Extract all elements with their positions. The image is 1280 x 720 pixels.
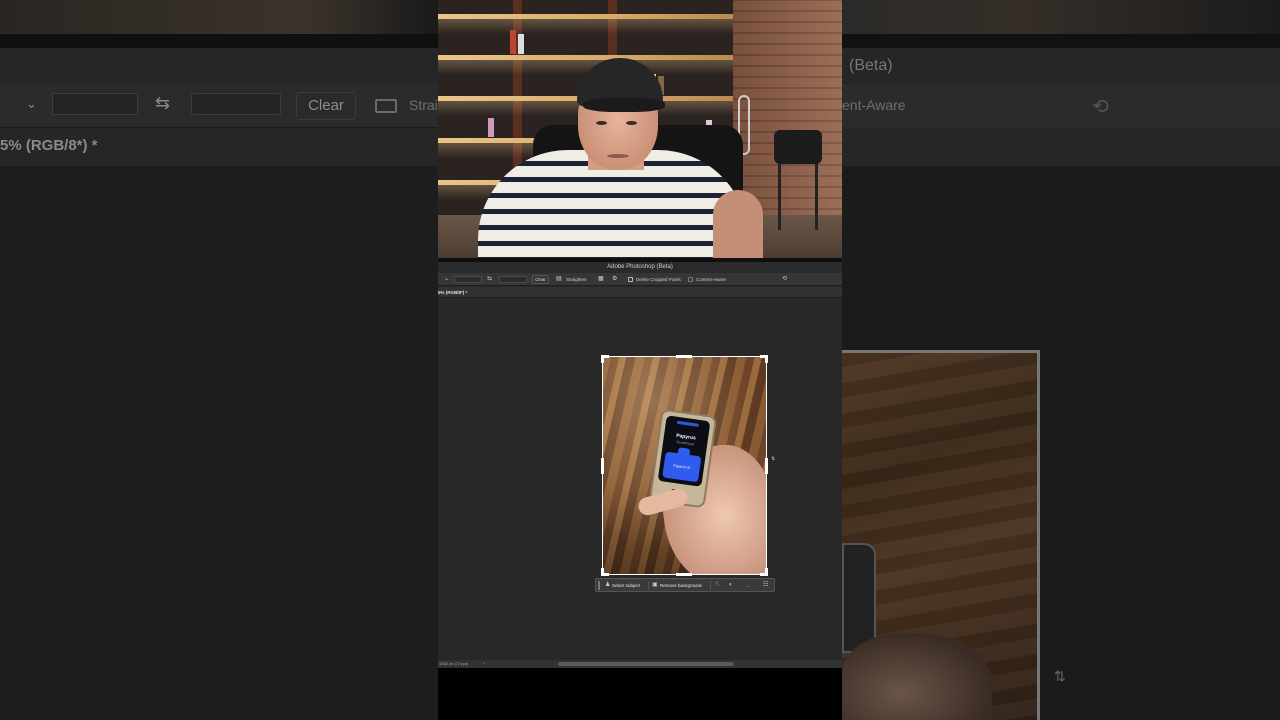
straighten-label[interactable]: Straighten bbox=[566, 275, 587, 284]
center-column: Adobe Photoshop (Beta) ⌄ ⇆ Clear ▤ Strai… bbox=[438, 0, 842, 720]
blurred-title-bar bbox=[0, 34, 438, 48]
crop-handle-top-right-v[interactable] bbox=[765, 355, 768, 363]
content-aware-checkbox[interactable] bbox=[688, 277, 693, 282]
chevron-right-icon[interactable]: › bbox=[483, 660, 485, 668]
document-tab: 5% (RGB/8*) * bbox=[0, 137, 98, 154]
swap-icon[interactable]: ⇆ bbox=[487, 275, 492, 284]
crop-handle-top[interactable] bbox=[676, 355, 692, 358]
swap-icon: ⇆ bbox=[155, 93, 171, 113]
contextual-task-bar: ♟ Select subject ▣ Remove background ⇱ ◐… bbox=[595, 578, 775, 592]
horizontal-scrollbar[interactable] bbox=[558, 662, 734, 666]
person-icon: ♟ bbox=[605, 582, 611, 588]
crop-handle-bottom-right-v[interactable] bbox=[765, 568, 768, 576]
content-aware-label: Content-Aware bbox=[696, 277, 726, 282]
device-screen-card: PaperUI AI bbox=[662, 451, 702, 483]
height-field[interactable] bbox=[499, 276, 527, 283]
document-size: 4032 px (72 ppi) bbox=[439, 661, 468, 666]
height-field bbox=[191, 93, 281, 115]
app-title: Adobe Photoshop (Beta) bbox=[438, 262, 842, 273]
status-bar: 4032 px (72 ppi) › bbox=[438, 660, 842, 668]
document-tab-bar: 5% (RGB/8*) * bbox=[438, 287, 842, 298]
crop-handle-right[interactable] bbox=[765, 458, 768, 474]
letterbox-bottom bbox=[438, 668, 842, 720]
delete-cropped-label: Delete Cropped Pixels bbox=[636, 277, 681, 282]
blurred-title-bar bbox=[842, 34, 1280, 48]
blurred-webcam-strip bbox=[842, 0, 1280, 34]
options-bar: ⌄ ⇆ Clear ▤ Straighten ▦ ⚙ Delete Croppe… bbox=[438, 273, 842, 286]
crop-icon[interactable]: ⇱ bbox=[715, 581, 720, 590]
shelf bbox=[438, 14, 738, 19]
hide-bar-icon[interactable]: ☷ bbox=[763, 581, 768, 590]
app-title-partial: (Beta) bbox=[849, 57, 893, 74]
crop-handle-left[interactable] bbox=[601, 458, 604, 474]
shelf bbox=[438, 55, 738, 60]
drag-handle[interactable] bbox=[598, 581, 600, 590]
grid-overlay-icon[interactable]: ▦ bbox=[598, 275, 604, 284]
webcam-feed bbox=[438, 0, 842, 258]
crop-handle-bottom[interactable] bbox=[676, 573, 692, 576]
person-arm bbox=[713, 190, 763, 258]
blurred-options-bar bbox=[842, 84, 1280, 128]
blurred-doc-bar bbox=[842, 128, 1280, 166]
clear-button[interactable]: Clear bbox=[532, 275, 549, 284]
blurred-background-right: (Beta) ent-Aware ⟲ ⇅ bbox=[842, 0, 1280, 720]
crop-size-indicator: ⇅ bbox=[771, 456, 776, 462]
chevron-down-icon: ⌄ bbox=[26, 96, 37, 111]
document-tab[interactable]: 5% (RGB/8*) * bbox=[438, 287, 467, 298]
reset-icon[interactable]: ⟲ bbox=[782, 275, 787, 284]
crop-size-indicator: ⇅ bbox=[1054, 668, 1066, 684]
gear-icon[interactable]: ⚙ bbox=[612, 275, 617, 284]
blurred-webcam-strip bbox=[0, 0, 438, 34]
photo-canvas[interactable]: Papyrus Scratchpad PaperUI AI bbox=[602, 356, 767, 575]
device-screen: Papyrus Scratchpad PaperUI AI bbox=[657, 415, 711, 487]
remove-background-button[interactable]: Remove background bbox=[660, 581, 702, 590]
straighten-label: Strai bbox=[409, 97, 438, 113]
more-options-button[interactable]: … bbox=[746, 581, 751, 590]
photoshop-window: Adobe Photoshop (Beta) ⌄ ⇆ Clear ▤ Strai… bbox=[438, 258, 842, 668]
blurred-photo bbox=[842, 350, 1040, 720]
delete-cropped-checkbox[interactable] bbox=[628, 277, 633, 282]
adjust-icon[interactable]: ◐ bbox=[729, 581, 733, 590]
device-image bbox=[842, 543, 876, 653]
canvas-area[interactable]: Papyrus Scratchpad PaperUI AI ⇅ ♟ Select… bbox=[438, 298, 842, 660]
video-frame: ⌄ ⇆ Clear Strai 5% (RGB/8*) * (Beta) ent… bbox=[0, 0, 1280, 720]
image-icon: ▣ bbox=[652, 582, 658, 588]
content-aware-label: ent-Aware bbox=[842, 97, 906, 113]
reset-icon: ⟲ bbox=[1092, 96, 1109, 118]
chevron-down-icon[interactable]: ⌄ bbox=[444, 275, 449, 284]
width-field[interactable] bbox=[454, 276, 482, 283]
width-field bbox=[52, 93, 138, 115]
select-subject-button[interactable]: Select subject bbox=[612, 581, 640, 590]
straighten-icon[interactable]: ▤ bbox=[556, 275, 562, 284]
clear-button: Clear bbox=[296, 92, 356, 120]
crop-handle-bottom-left[interactable] bbox=[601, 573, 609, 576]
blurred-menu-bar bbox=[0, 48, 438, 84]
straighten-icon bbox=[375, 99, 397, 113]
crop-handle-top-left-v[interactable] bbox=[601, 355, 604, 363]
blurred-background-left: ⌄ ⇆ Clear Strai 5% (RGB/8*) * bbox=[0, 0, 438, 720]
blurred-menu-bar bbox=[842, 48, 1280, 84]
